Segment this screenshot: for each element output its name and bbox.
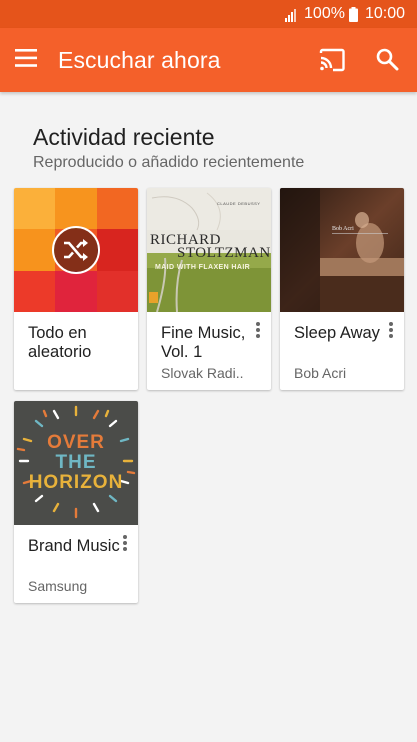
- card-fine-music[interactable]: CLAUDE DEBUSSY RICHARD STOLTZMAN MAID WI…: [147, 188, 271, 390]
- card-brand-music[interactable]: OVER THE HORIZON Brand Music Samsung: [14, 401, 138, 603]
- album-title-line2: THE: [55, 452, 97, 473]
- card-sleep-away[interactable]: Bob Acri Sleep Away Bob Acri: [280, 188, 404, 390]
- page-title: Escuchar ahora: [58, 47, 221, 73]
- svg-text:Bob Acri: Bob Acri: [332, 226, 354, 232]
- album-artwork: OVER THE HORIZON: [14, 401, 138, 525]
- menu-icon[interactable]: [14, 48, 40, 70]
- card-title: Sleep Away: [294, 324, 380, 342]
- app-toolbar: Escuchar ahora: [0, 28, 417, 92]
- album-artist-line2: STOLTZMAN: [177, 245, 271, 261]
- card-subtitle: Bob Acri: [294, 365, 347, 381]
- search-icon[interactable]: [375, 47, 401, 73]
- album-name-text: MAID WITH FLAXEN HAIR: [155, 264, 251, 271]
- album-title-line1: OVER: [47, 432, 105, 453]
- signal-icon: [285, 6, 299, 22]
- card-title: Fine Music, Vol. 1: [161, 324, 246, 361]
- card-title: Brand Music: [28, 537, 120, 555]
- album-title-line3: HORIZON: [28, 472, 124, 493]
- more-options-icon[interactable]: [384, 320, 398, 342]
- more-options-icon[interactable]: [118, 533, 132, 555]
- album-artwork: CLAUDE DEBUSSY RICHARD STOLTZMAN MAID WI…: [147, 188, 271, 312]
- battery-percent: 100%: [304, 5, 345, 22]
- card-shuffle-all[interactable]: Todo en aleatorio: [14, 188, 138, 390]
- cast-icon[interactable]: [318, 48, 348, 72]
- more-options-icon[interactable]: [251, 320, 265, 342]
- section-subtitle: Reproducido o añadido recientemente: [33, 154, 305, 171]
- status-bar: 100% 10:00: [0, 0, 417, 28]
- album-composer-text: CLAUDE DEBUSSY: [217, 201, 261, 206]
- battery-icon: [348, 6, 358, 22]
- card-subtitle: Samsung: [28, 578, 88, 594]
- shuffle-artwork: [14, 188, 138, 312]
- shuffle-icon: [52, 226, 100, 274]
- clock: 10:00: [364, 5, 405, 22]
- album-artwork: Bob Acri: [280, 188, 404, 312]
- card-subtitle: Slovak Radi..: [161, 365, 244, 381]
- card-title: Todo en aleatorio: [28, 324, 92, 361]
- section-title: Actividad reciente: [33, 124, 215, 150]
